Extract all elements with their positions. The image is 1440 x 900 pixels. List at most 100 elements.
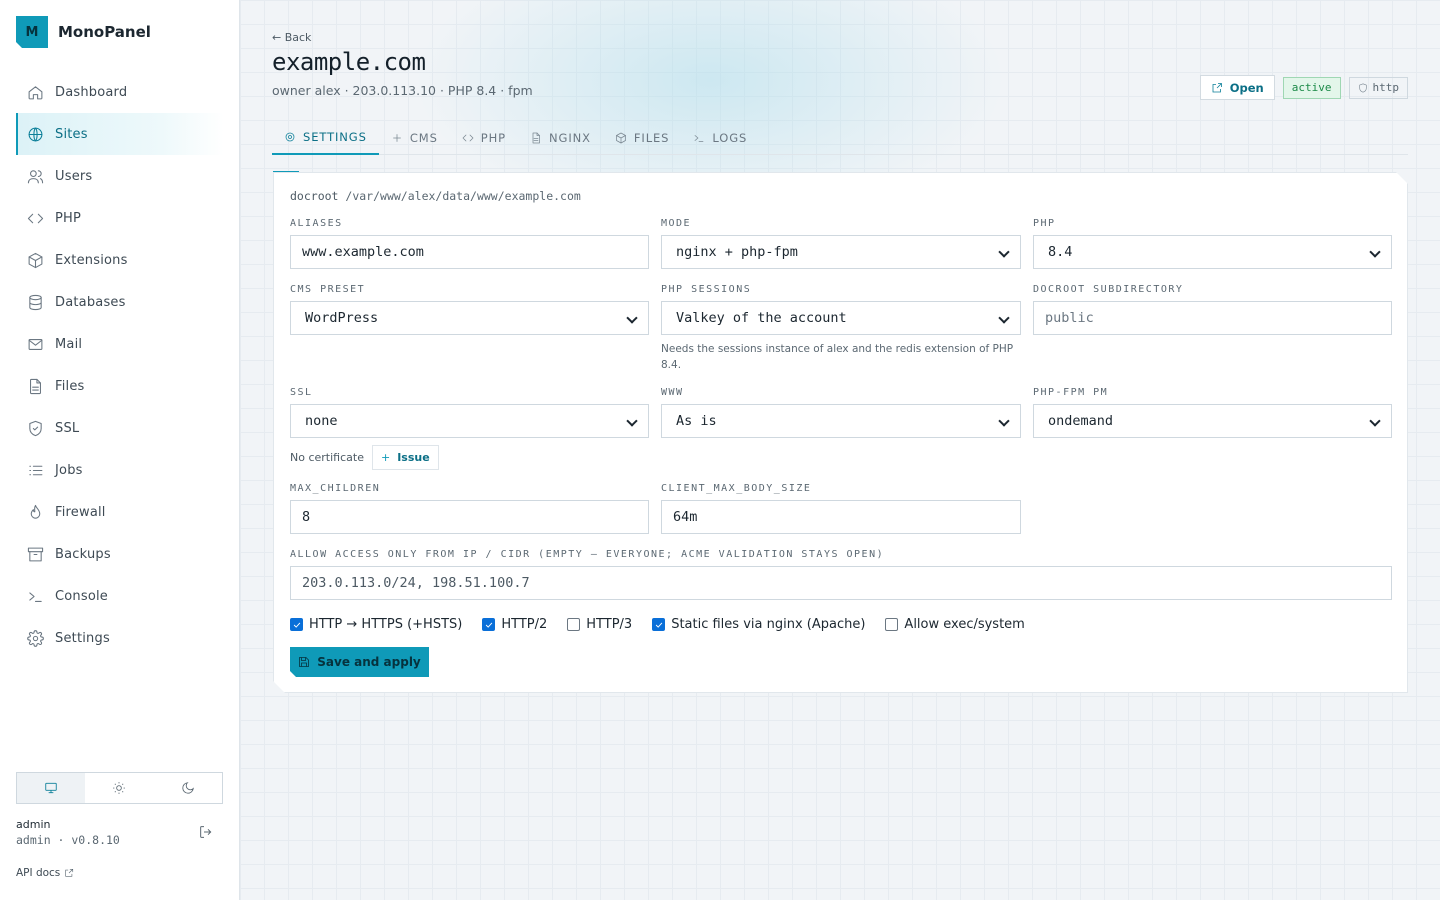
- sidebar-item-jobs[interactable]: Jobs: [16, 449, 224, 491]
- tab-label: SETTINGS: [303, 129, 367, 144]
- tab-logs[interactable]: LOGS: [681, 120, 759, 155]
- archive-icon: [27, 547, 44, 561]
- client-max-body-size-input[interactable]: 64m: [661, 500, 1021, 534]
- user-info: admin admin · v0.8.10: [16, 818, 120, 847]
- static-files-nginx-checkbox[interactable]: Static files via nginx (Apache): [652, 617, 865, 632]
- docroot-subdir-label: DOCROOT SUBDIRECTORY: [1033, 284, 1184, 295]
- sidebar-item-ssl[interactable]: SSL: [16, 407, 224, 449]
- api-docs-link[interactable]: API docs: [16, 867, 74, 879]
- brand[interactable]: M MonoPanel: [16, 16, 151, 48]
- tab-label: PHP: [480, 130, 506, 145]
- file-icon: [30, 378, 41, 394]
- sidebar-item-users[interactable]: Users: [16, 155, 224, 197]
- sidebar-item-databases[interactable]: Databases: [16, 281, 224, 323]
- back-link[interactable]: ← Back: [272, 31, 311, 44]
- https-redirect-checkbox[interactable]: HTTP → HTTPS (+HSTS): [290, 617, 462, 632]
- page-subtitle: owner alex · 203.0.113.10 · PHP 8.4 · fp…: [272, 83, 533, 98]
- sidebar-item-label: SSL: [55, 420, 80, 436]
- protocol-badge: http: [1348, 76, 1408, 99]
- check-icon: [292, 620, 302, 630]
- checkbox-box[interactable]: [482, 618, 495, 631]
- client-max-body-size-field: CLIENT_MAX_BODY_SIZE 64m: [661, 483, 1021, 534]
- ssl-status-text: No certificate: [290, 451, 364, 464]
- theme-dark-button[interactable]: [154, 773, 222, 803]
- open-site-button[interactable]: Open: [1199, 75, 1275, 100]
- tab-label: CMS: [409, 130, 438, 145]
- sidebar-item-console[interactable]: Console: [16, 575, 224, 617]
- allow-exec-checkbox[interactable]: Allow exec/system: [885, 617, 1024, 632]
- settings-card: docroot /var/www/alex/data/www/example.c…: [273, 172, 1408, 693]
- sidebar-item-firewall[interactable]: Firewall: [16, 491, 224, 533]
- www-select[interactable]: As is: [661, 404, 1021, 438]
- fpm-pm-field: PHP-FPM PM ondemand: [1033, 387, 1392, 438]
- checkbox-label: HTTP/2: [501, 617, 548, 632]
- code-icon: [462, 134, 474, 141]
- php-version-select[interactable]: 8.4: [1033, 235, 1392, 269]
- sidebar-item-files[interactable]: Files: [16, 365, 224, 407]
- tab-nginx[interactable]: NGINX: [518, 120, 603, 155]
- checkbox-box[interactable]: [885, 618, 898, 631]
- sidebar-item-label: Users: [55, 168, 93, 184]
- docroot-label: docroot: [290, 189, 339, 203]
- sidebar-item-backups[interactable]: Backups: [16, 533, 224, 575]
- fpm-pm-label: PHP-FPM PM: [1033, 387, 1109, 398]
- www-label: WWW: [661, 387, 684, 398]
- checkbox-box[interactable]: [652, 618, 665, 631]
- plus-icon: [392, 133, 401, 142]
- sidebar-item-sites[interactable]: Sites: [16, 113, 224, 155]
- brand-name: MonoPanel: [58, 23, 151, 41]
- sidebar-item-label: PHP: [55, 210, 82, 226]
- aliases-input[interactable]: www.example.com: [290, 235, 649, 269]
- gear-icon: [27, 629, 44, 647]
- docroot-line: docroot /var/www/alex/data/www/example.c…: [290, 189, 581, 203]
- user-meta: admin · v0.8.10: [16, 833, 120, 847]
- mode-label: MODE: [661, 218, 692, 229]
- tab-settings[interactable]: SETTINGS: [272, 120, 379, 155]
- ssl-select[interactable]: none: [290, 404, 649, 438]
- checkbox-box[interactable]: [567, 618, 580, 631]
- issue-certificate-button[interactable]: + Issue: [372, 445, 439, 470]
- aliases-field: ALIASES www.example.com: [290, 218, 649, 269]
- php-sessions-select[interactable]: Valkey of the account: [661, 301, 1021, 335]
- options-checkboxes: HTTP → HTTPS (+HSTS) HTTP/2 HTTP/3 Stati…: [290, 617, 1045, 632]
- logout-icon: [200, 826, 212, 838]
- header-actions: Open active http: [1199, 75, 1408, 100]
- mode-select[interactable]: nginx + php-fpm: [661, 235, 1021, 269]
- mail-icon: [28, 338, 43, 350]
- php-sessions-hint: Needs the sessions instance of alex and …: [661, 343, 1014, 371]
- sidebar-item-php[interactable]: PHP: [16, 197, 224, 239]
- http2-checkbox[interactable]: HTTP/2: [482, 617, 547, 632]
- api-docs-label: API docs: [16, 867, 61, 879]
- sidebar-item-label: Firewall: [55, 504, 106, 520]
- tab-cms[interactable]: CMS: [379, 120, 450, 155]
- tab-php[interactable]: PHP: [450, 120, 518, 155]
- check-icon: [484, 620, 494, 630]
- sidebar-item-settings[interactable]: Settings: [16, 617, 224, 659]
- checkbox-box[interactable]: [290, 618, 303, 631]
- tab-files[interactable]: FILES: [603, 120, 681, 155]
- ssl-status-row: No certificate + Issue: [290, 445, 439, 470]
- theme-system-button[interactable]: [17, 773, 86, 803]
- theme-light-button[interactable]: [85, 773, 153, 803]
- cms-preset-select[interactable]: WordPress: [290, 301, 649, 335]
- ssl-label: SSL: [290, 387, 313, 398]
- docroot-subdir-input[interactable]: public: [1033, 301, 1392, 335]
- sidebar-item-extensions[interactable]: Extensions: [16, 239, 224, 281]
- sidebar-item-dashboard[interactable]: Dashboard: [16, 71, 224, 113]
- max-children-input[interactable]: 8: [290, 500, 649, 534]
- sidebar-item-label: Console: [55, 588, 109, 604]
- page-title: example.com: [272, 48, 426, 76]
- sidebar-item-label: Extensions: [55, 252, 128, 268]
- http3-checkbox[interactable]: HTTP/3: [567, 617, 632, 632]
- tab-label: LOGS: [712, 130, 748, 145]
- sidebar-item-label: Backups: [55, 546, 111, 562]
- logout-button[interactable]: [198, 824, 214, 840]
- tabs: SETTINGS CMS PHP NGINX FILES LOGS: [272, 120, 1408, 155]
- save-button[interactable]: Save and apply: [290, 647, 429, 677]
- allow-access-label: ALLOW ACCESS ONLY FROM IP / CIDR (EMPTY …: [290, 549, 885, 560]
- allow-access-input[interactable]: 203.0.113.0/24, 198.51.100.7: [290, 566, 1392, 600]
- sidebar-item-mail[interactable]: Mail: [16, 323, 224, 365]
- fpm-pm-select[interactable]: ondemand: [1033, 404, 1392, 438]
- shield-icon: [29, 420, 42, 436]
- www-field: WWW As is: [661, 387, 1021, 438]
